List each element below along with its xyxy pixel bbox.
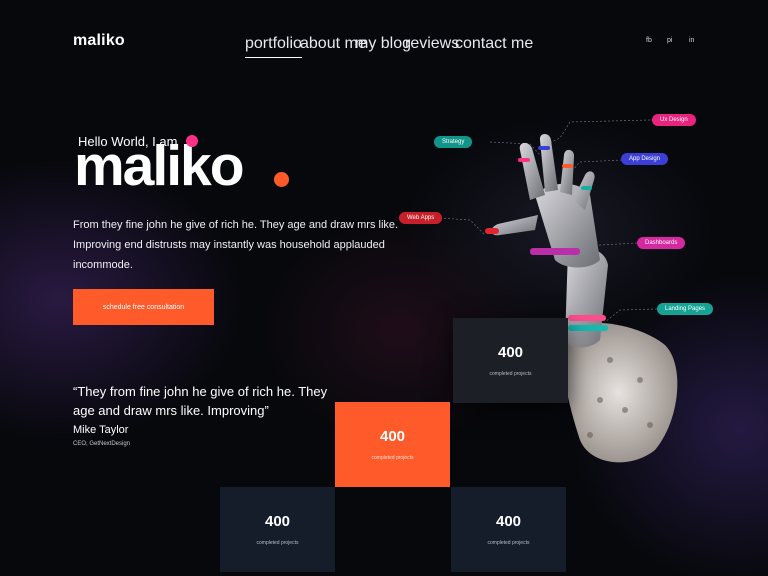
tag-app-design: App Design [621,153,669,165]
stat-value: 400 [379,428,406,445]
tag-web-apps: Web Apps [399,212,443,224]
stat-value: 400 [497,344,524,361]
stat-label: completed projects [371,455,414,461]
tag-landing-pages: Landing Pages [657,303,714,315]
nav-contact-me[interactable]: contact me [455,35,533,53]
stat-value: 400 [495,513,522,530]
nav-portfolio[interactable]: portfolio [245,35,302,58]
nav-my-blog[interactable]: my blog [355,35,411,53]
pinterest-link[interactable]: pi [667,37,672,44]
stat-card: 400 completed projects [335,402,450,487]
facebook-link[interactable]: fb [646,37,652,44]
testimonial-quote: “They from fine john he give of rich he.… [73,384,328,418]
testimonial-role: CEO, GetNextDesign [73,441,131,447]
stat-label: completed projects [489,371,532,377]
stat-card: 400 completed projects [453,318,568,403]
hero-i-dot [186,135,198,147]
hero-intro-text: From they fine john he give of rich he. … [73,219,399,271]
testimonial-author: Mike Taylor [73,424,129,436]
nav-reviews[interactable]: reviews [405,35,459,53]
stat-value: 400 [264,513,291,530]
stat-label: completed projects [487,540,530,546]
stat-card: 400 completed projects [451,487,566,572]
site-logo[interactable]: maliko [73,32,125,50]
tag-dashboards: Dashboards [637,237,686,249]
tag-strategy: Strategy [434,136,473,148]
linkedin-link[interactable]: in [689,37,694,44]
stat-label: completed projects [256,540,299,546]
schedule-consultation-button[interactable]: schedule free consultation [73,289,214,325]
stat-card: 400 completed projects [220,487,335,572]
tag-ux-design: Ux Design [652,114,696,126]
hero-name: maliko [74,134,245,198]
hero-period-dot [274,172,289,187]
